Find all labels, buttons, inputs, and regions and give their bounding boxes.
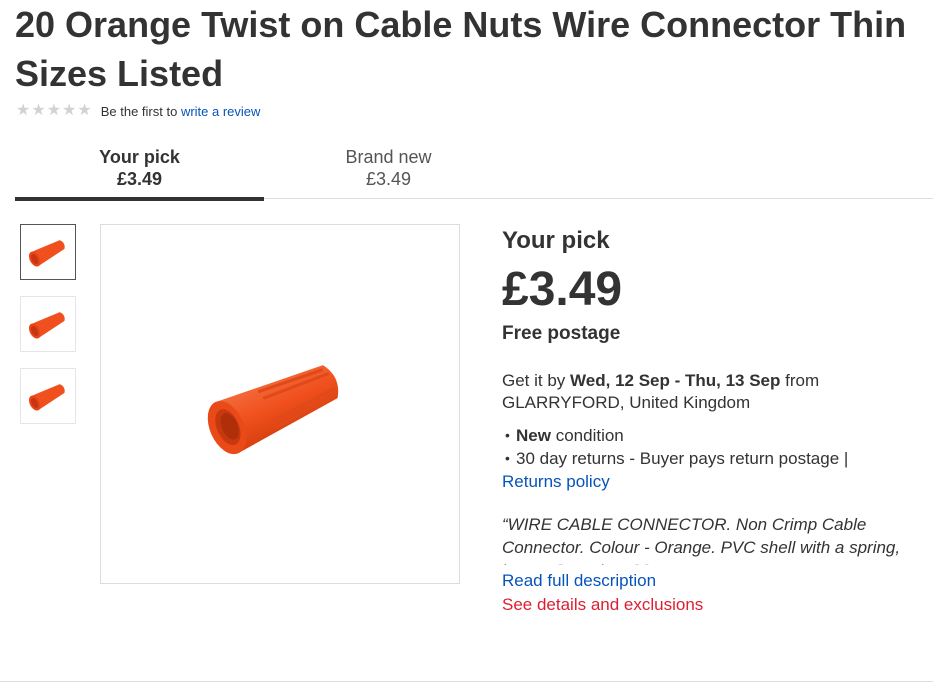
rating-row: ★ ★ ★ ★ ★ Be the first to write a review bbox=[16, 101, 260, 121]
wire-nut-icon bbox=[28, 312, 65, 339]
rating-prefix: Be the first to bbox=[100, 103, 178, 119]
offer-details: Your pick £3.49 Free postage Get it by W… bbox=[502, 226, 922, 618]
offer-price: £3.49 bbox=[502, 263, 623, 316]
star-icon: ★ bbox=[77, 102, 92, 119]
wire-nut-icon bbox=[207, 365, 339, 455]
details-exclusions-link[interactable]: See details and exclusions bbox=[502, 592, 922, 618]
thumbnail-strip bbox=[20, 224, 76, 440]
star-icon: ★ bbox=[62, 102, 77, 119]
condition-item: New condition bbox=[502, 424, 922, 447]
description-excerpt: “WIRE CABLE CONNECTOR. Non Crimp Cable C… bbox=[502, 515, 901, 557]
offer-tabs: Your pick £3.49 Brand new £3.49 bbox=[15, 140, 933, 201]
wire-nut-icon bbox=[28, 384, 65, 411]
rating-text: Be the first to write a review bbox=[101, 104, 261, 119]
offer-bullets: New condition 30 day returns - Buyer pay… bbox=[502, 424, 922, 493]
delivery-location: GLARRYFORD, United Kingdom bbox=[502, 393, 751, 412]
write-review-link[interactable]: write a review bbox=[181, 104, 260, 119]
main-product-image[interactable] bbox=[100, 224, 460, 584]
returns-item: 30 day returns - Buyer pays return posta… bbox=[502, 447, 922, 470]
product-title: 20 Orange Twist on Cable Nuts Wire Conne… bbox=[15, 0, 933, 98]
star-icon: ★ bbox=[31, 102, 46, 119]
condition-bold: New bbox=[516, 426, 551, 445]
tab-price: £3.49 bbox=[116, 169, 163, 189]
delivery-dates: Wed, 12 Sep - Thu, 13 Sep bbox=[570, 371, 781, 390]
delivery-from: from bbox=[785, 371, 820, 390]
postage-text: Free postage bbox=[502, 323, 621, 344]
product-title-line-1: 20 Orange Twist on Cable Nuts Wire Conne… bbox=[15, 4, 907, 45]
offer-label: Your pick bbox=[502, 227, 610, 254]
description-cutoff: insert. Quantity - 20 bbox=[502, 559, 922, 565]
condition-text: condition bbox=[555, 426, 624, 445]
rating-stars: ★ ★ ★ ★ ★ bbox=[16, 103, 92, 119]
thumbnail-1[interactable] bbox=[20, 224, 76, 280]
star-icon: ★ bbox=[16, 102, 31, 119]
divider bbox=[0, 681, 933, 682]
returns-text: 30 day returns - Buyer pays return posta… bbox=[516, 449, 849, 468]
thumbnail-3[interactable] bbox=[20, 368, 76, 424]
delivery-estimate: Get it by Wed, 12 Sep - Thu, 13 Sep from… bbox=[502, 370, 922, 414]
read-full-description-link[interactable]: Read full description bbox=[502, 569, 922, 592]
tab-label: Brand new bbox=[345, 147, 432, 167]
product-title-line-2: Sizes Listed bbox=[15, 53, 224, 94]
tab-label: Your pick bbox=[99, 147, 180, 167]
thumbnail-2[interactable] bbox=[20, 296, 76, 352]
star-icon: ★ bbox=[46, 102, 62, 119]
tab-brand-new[interactable]: Brand new £3.49 bbox=[264, 146, 513, 190]
wire-nut-icon bbox=[28, 240, 65, 267]
tab-your-pick[interactable]: Your pick £3.49 bbox=[15, 146, 264, 201]
returns-policy-link[interactable]: Returns policy bbox=[502, 470, 922, 493]
delivery-prefix: Get it by bbox=[502, 371, 566, 390]
tab-price: £3.49 bbox=[365, 169, 412, 189]
